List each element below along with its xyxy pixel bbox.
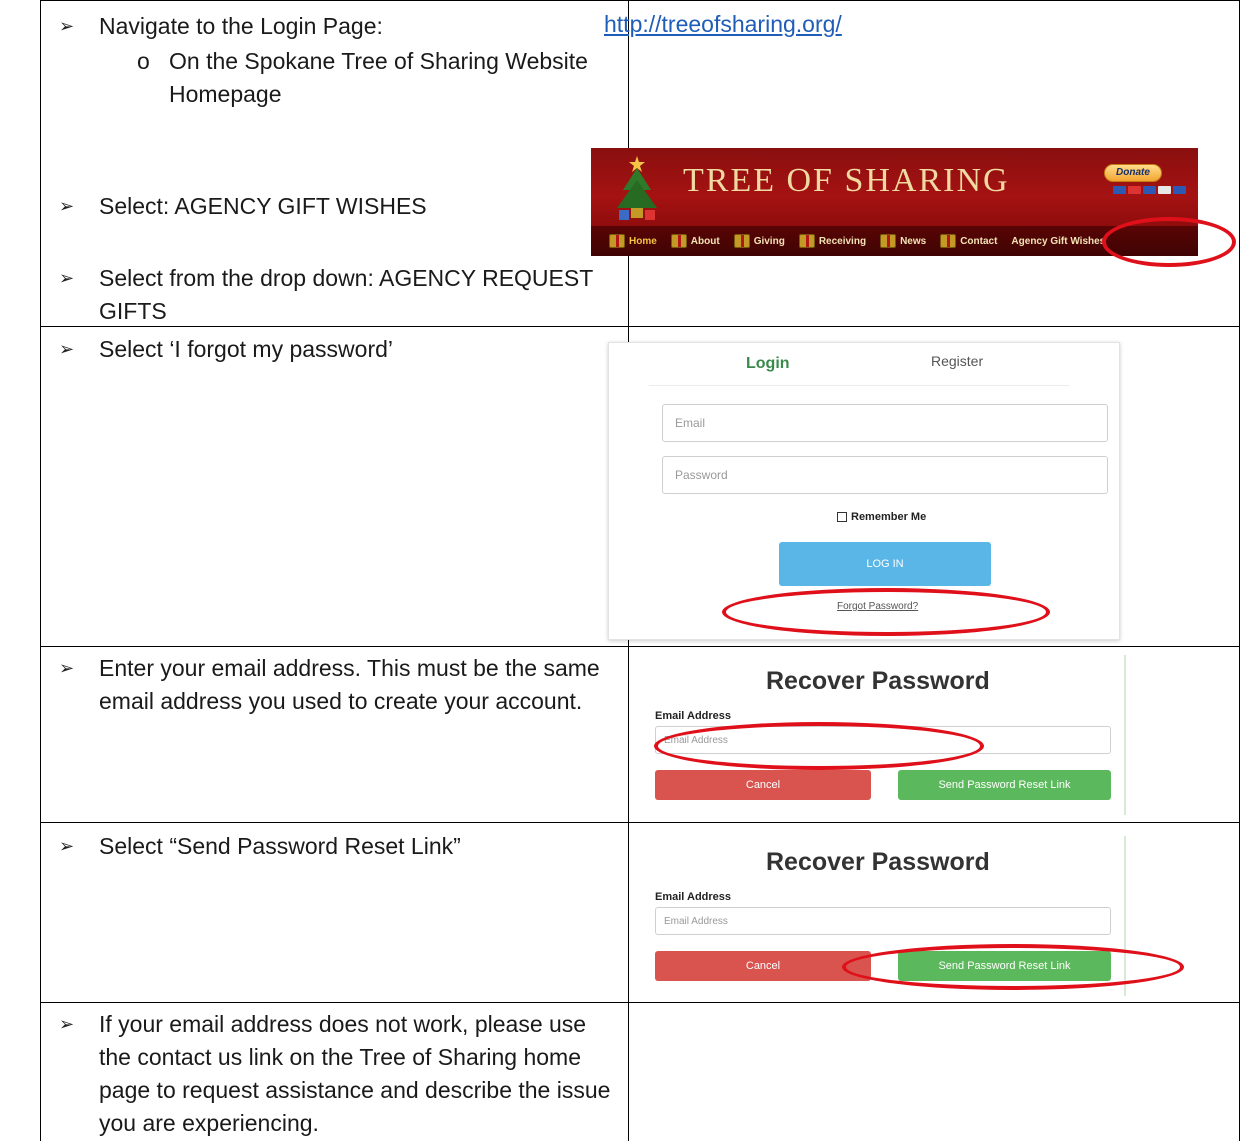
gift-icon	[940, 234, 957, 248]
nav-agency-gift-wishes[interactable]: Agency Gift Wishes	[1011, 236, 1105, 247]
step-forgot-password: ➢ Select ‘I forgot my password’	[59, 333, 619, 366]
arrow-bullet-icon: ➢	[59, 836, 75, 856]
step-agency-request-gifts: ➢ Select from the drop down: AGENCY REQU…	[59, 262, 619, 328]
arrow-bullet-icon: ➢	[59, 339, 75, 359]
step-text: Select “Send Password Reset Link”	[99, 833, 461, 859]
tree-of-sharing-url[interactable]: http://treeofsharing.org/	[604, 8, 842, 41]
tab-register[interactable]: Register	[931, 353, 983, 369]
card-icon	[1158, 186, 1171, 194]
banner-title: TREE OF SHARING	[683, 162, 1010, 199]
tab-login[interactable]: Login	[746, 355, 790, 373]
step-text: Select ‘I forgot my password’	[99, 336, 394, 362]
send-reset-link-button[interactable]: Send Password Reset Link	[898, 951, 1111, 981]
christmas-tree-icon	[617, 156, 657, 220]
step-text: Select: AGENCY GIFT WISHES	[99, 193, 427, 219]
step-text: Navigate to the Login Page:	[99, 13, 383, 39]
email-address-label: Email Address	[655, 710, 732, 722]
recover-title: Recover Password	[766, 848, 990, 876]
site-banner: TREE OF SHARING Donate Home About Giving…	[591, 148, 1198, 256]
step-send-reset-link: ➢ Select “Send Password Reset Link”	[59, 830, 619, 863]
gift-icon	[733, 234, 750, 248]
banner-nav: Home About Giving Receiving News Contact…	[591, 226, 1198, 256]
arrow-bullet-icon: ➢	[59, 16, 75, 36]
table-border-top	[41, 0, 1239, 1]
login-button[interactable]: LOG IN	[779, 542, 991, 586]
substep-homepage: o On the Spokane Tree of Sharing Website…	[137, 45, 617, 111]
email-address-input[interactable]: Email Address	[655, 907, 1111, 935]
gift-icon	[880, 234, 897, 248]
step-text: Enter your email address. This must be t…	[99, 655, 600, 714]
arrow-bullet-icon: ➢	[59, 268, 75, 288]
substep-text: On the Spokane Tree of Sharing Website H…	[169, 48, 588, 107]
card-icon	[1173, 186, 1186, 194]
forgot-password-link[interactable]: Forgot Password?	[837, 601, 918, 612]
nav-giving[interactable]: Giving	[733, 234, 785, 248]
tab-divider	[649, 385, 1069, 386]
donate-button[interactable]: Donate	[1104, 164, 1162, 182]
nav-receiving[interactable]: Receiving	[798, 234, 867, 248]
email-field[interactable]: Email	[662, 404, 1108, 442]
send-reset-link-button[interactable]: Send Password Reset Link	[898, 770, 1111, 800]
card-icon	[1113, 186, 1126, 194]
nav-label: Receiving	[818, 235, 867, 247]
remember-me-label: Remember Me	[851, 511, 927, 523]
arrow-bullet-icon: ➢	[59, 1014, 75, 1034]
nav-label: Agency Gift Wishes	[1011, 235, 1106, 247]
email-address-label: Email Address	[655, 891, 732, 903]
step-navigate: ➢ Navigate to the Login Page:	[59, 10, 619, 43]
step-enter-email: ➢ Enter your email address. This must be…	[59, 652, 619, 718]
step-text: If your email address does not work, ple…	[99, 1011, 611, 1136]
nav-label: About	[690, 235, 720, 247]
step-contact-us: ➢ If your email address does not work, p…	[59, 1008, 619, 1140]
nav-news[interactable]: News	[880, 234, 926, 248]
nav-label: Giving	[753, 235, 785, 247]
nav-label: Contact	[960, 235, 998, 247]
nav-label: Home	[629, 235, 657, 247]
gift-icon	[670, 234, 687, 248]
step-agency-gift-wishes: ➢ Select: AGENCY GIFT WISHES	[59, 190, 619, 223]
password-field[interactable]: Password	[662, 456, 1108, 494]
row-divider	[41, 822, 1239, 823]
nav-contact[interactable]: Contact	[940, 234, 997, 248]
arrow-bullet-icon: ➢	[59, 658, 75, 678]
recover-password-panel: Recover Password Email Address Email Add…	[648, 836, 1126, 996]
nav-about[interactable]: About	[670, 234, 720, 248]
login-card: Login Register Email Password Remember M…	[608, 342, 1120, 640]
circle-bullet: o	[137, 48, 150, 74]
gift-icon	[798, 234, 815, 248]
cancel-button[interactable]: Cancel	[655, 951, 871, 981]
cancel-button[interactable]: Cancel	[655, 770, 871, 800]
email-address-input[interactable]: Email Address	[655, 726, 1111, 754]
recover-password-panel: Recover Password Email Address Email Add…	[648, 655, 1126, 815]
recover-title: Recover Password	[766, 667, 990, 695]
remember-me-checkbox[interactable]: Remember Me	[837, 511, 926, 523]
card-icon	[1128, 186, 1141, 194]
row-divider	[41, 646, 1239, 647]
gift-icon	[609, 234, 625, 248]
row-divider	[41, 1002, 1239, 1003]
step-text: Select from the drop down: AGENCY REQUES…	[99, 265, 593, 324]
payment-cards	[1113, 186, 1186, 194]
nav-label: News	[900, 235, 927, 247]
card-icon	[1143, 186, 1156, 194]
checkbox-icon	[837, 512, 847, 522]
nav-home[interactable]: Home	[609, 234, 657, 248]
arrow-bullet-icon: ➢	[59, 196, 75, 216]
